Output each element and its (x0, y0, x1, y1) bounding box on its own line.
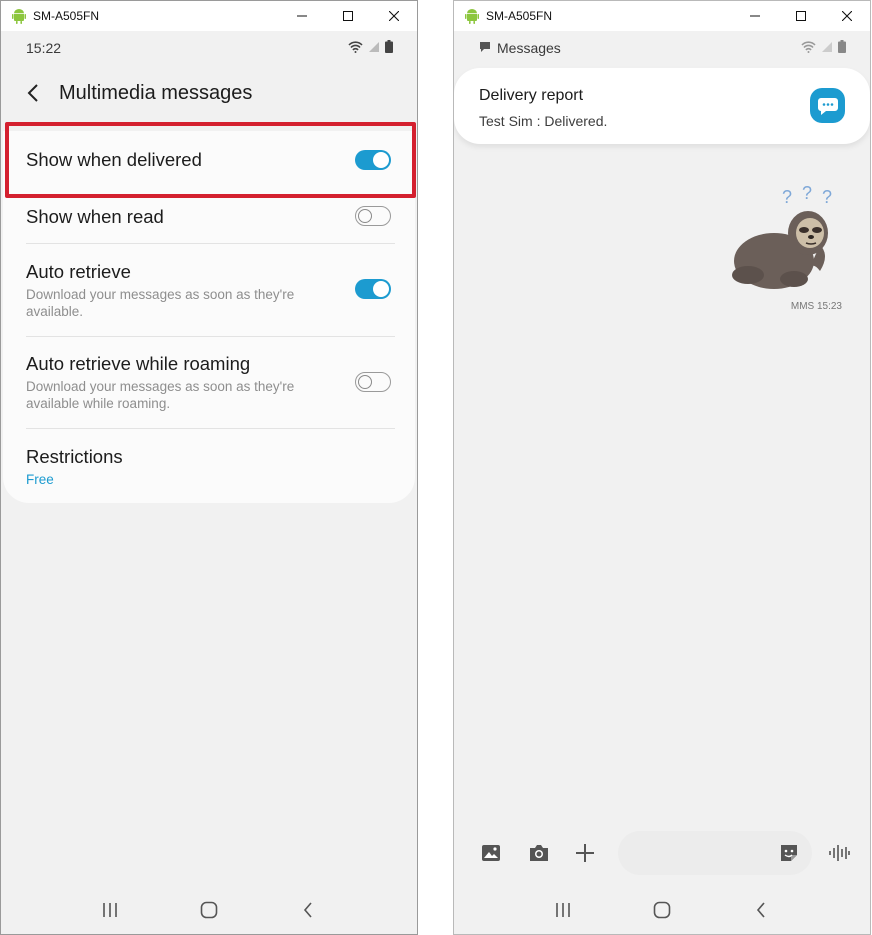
confused-sloth-sticker[interactable]: ? ? ? (724, 183, 840, 295)
notification-title: Delivery report (479, 87, 584, 104)
show-when-delivered-toggle[interactable] (355, 150, 391, 170)
android-nav-bar (1, 891, 417, 929)
minimize-icon[interactable] (732, 1, 778, 31)
nav-back-icon[interactable] (741, 895, 781, 925)
close-icon[interactable] (824, 1, 870, 31)
setting-title: Restrictions (26, 446, 123, 467)
setting-show-when-read[interactable]: Show when read (26, 206, 395, 230)
status-bar: Messages (454, 31, 870, 65)
android-icon (465, 8, 479, 24)
recents-icon[interactable] (543, 895, 583, 925)
home-icon[interactable] (642, 895, 682, 925)
messages-app-icon (810, 88, 845, 123)
signal-icon (821, 40, 833, 56)
window-titlebar[interactable]: SM-A505FN (454, 1, 870, 31)
divider (26, 428, 395, 429)
setting-description: Download your messages as soon as they'r… (26, 379, 295, 411)
close-icon[interactable] (371, 1, 417, 31)
setting-restrictions[interactable]: Restrictions Free (26, 446, 395, 490)
auto-retrieve-roaming-toggle[interactable] (355, 372, 391, 392)
plus-icon[interactable] (572, 841, 598, 865)
setting-title: Auto retrieve (26, 261, 131, 282)
setting-auto-retrieve[interactable]: Auto retrieve Download your messages as … (26, 261, 395, 325)
app-bar: Multimedia messages (1, 71, 417, 115)
message-timestamp: MMS 15:23 (790, 301, 842, 312)
android-nav-bar (454, 891, 870, 929)
page-title: Multimedia messages (59, 81, 253, 104)
android-icon (12, 8, 26, 24)
minimize-icon[interactable] (279, 1, 325, 31)
setting-title: Auto retrieve while roaming (26, 353, 251, 374)
left-device-window: SM-A505FN 15:22 Multimedia messages Show… (0, 0, 418, 935)
svg-text:?: ? (822, 187, 832, 207)
gallery-icon[interactable] (478, 841, 504, 865)
status-time: 15:22 (26, 40, 62, 56)
setting-title: Show when read (26, 206, 164, 227)
battery-icon (385, 40, 393, 56)
restrictions-value: Free (26, 472, 54, 487)
sticker-icon[interactable] (776, 841, 802, 865)
status-app-name: Messages (497, 40, 561, 56)
home-icon[interactable] (189, 895, 229, 925)
delivery-notification[interactable]: Delivery report Test Sim : Delivered. (454, 68, 870, 144)
wifi-icon (801, 40, 816, 56)
setting-auto-retrieve-roaming[interactable]: Auto retrieve while roaming Download you… (26, 353, 395, 417)
svg-text:?: ? (802, 183, 812, 203)
signal-icon (368, 40, 380, 56)
setting-description: Download your messages as soon as they'r… (26, 287, 295, 319)
camera-icon[interactable] (526, 841, 552, 865)
setting-title: Show when delivered (26, 149, 202, 170)
auto-retrieve-toggle[interactable] (355, 279, 391, 299)
voice-icon[interactable] (826, 841, 852, 865)
window-title: SM-A505FN (486, 9, 553, 23)
show-when-read-toggle[interactable] (355, 206, 391, 226)
maximize-icon[interactable] (778, 1, 824, 31)
window-title: SM-A505FN (33, 9, 100, 23)
divider (26, 243, 395, 244)
divider (26, 336, 395, 337)
messages-status-icon (479, 40, 491, 56)
notification-text: Test Sim : Delivered. (479, 113, 608, 129)
window-titlebar[interactable]: SM-A505FN (1, 1, 417, 31)
svg-text:?: ? (782, 187, 792, 207)
status-bar: 15:22 (1, 31, 417, 65)
back-arrow-icon[interactable] (21, 81, 45, 105)
battery-icon (838, 40, 846, 56)
settings-card: Show when delivered Show when read Auto … (3, 131, 415, 503)
message-composer (454, 829, 870, 877)
maximize-icon[interactable] (325, 1, 371, 31)
wifi-icon (348, 40, 363, 56)
recents-icon[interactable] (90, 895, 130, 925)
setting-show-when-delivered[interactable]: Show when delivered (26, 149, 395, 173)
right-device-window: SM-A505FN Messages Delivery report Test … (453, 0, 871, 935)
nav-back-icon[interactable] (288, 895, 328, 925)
